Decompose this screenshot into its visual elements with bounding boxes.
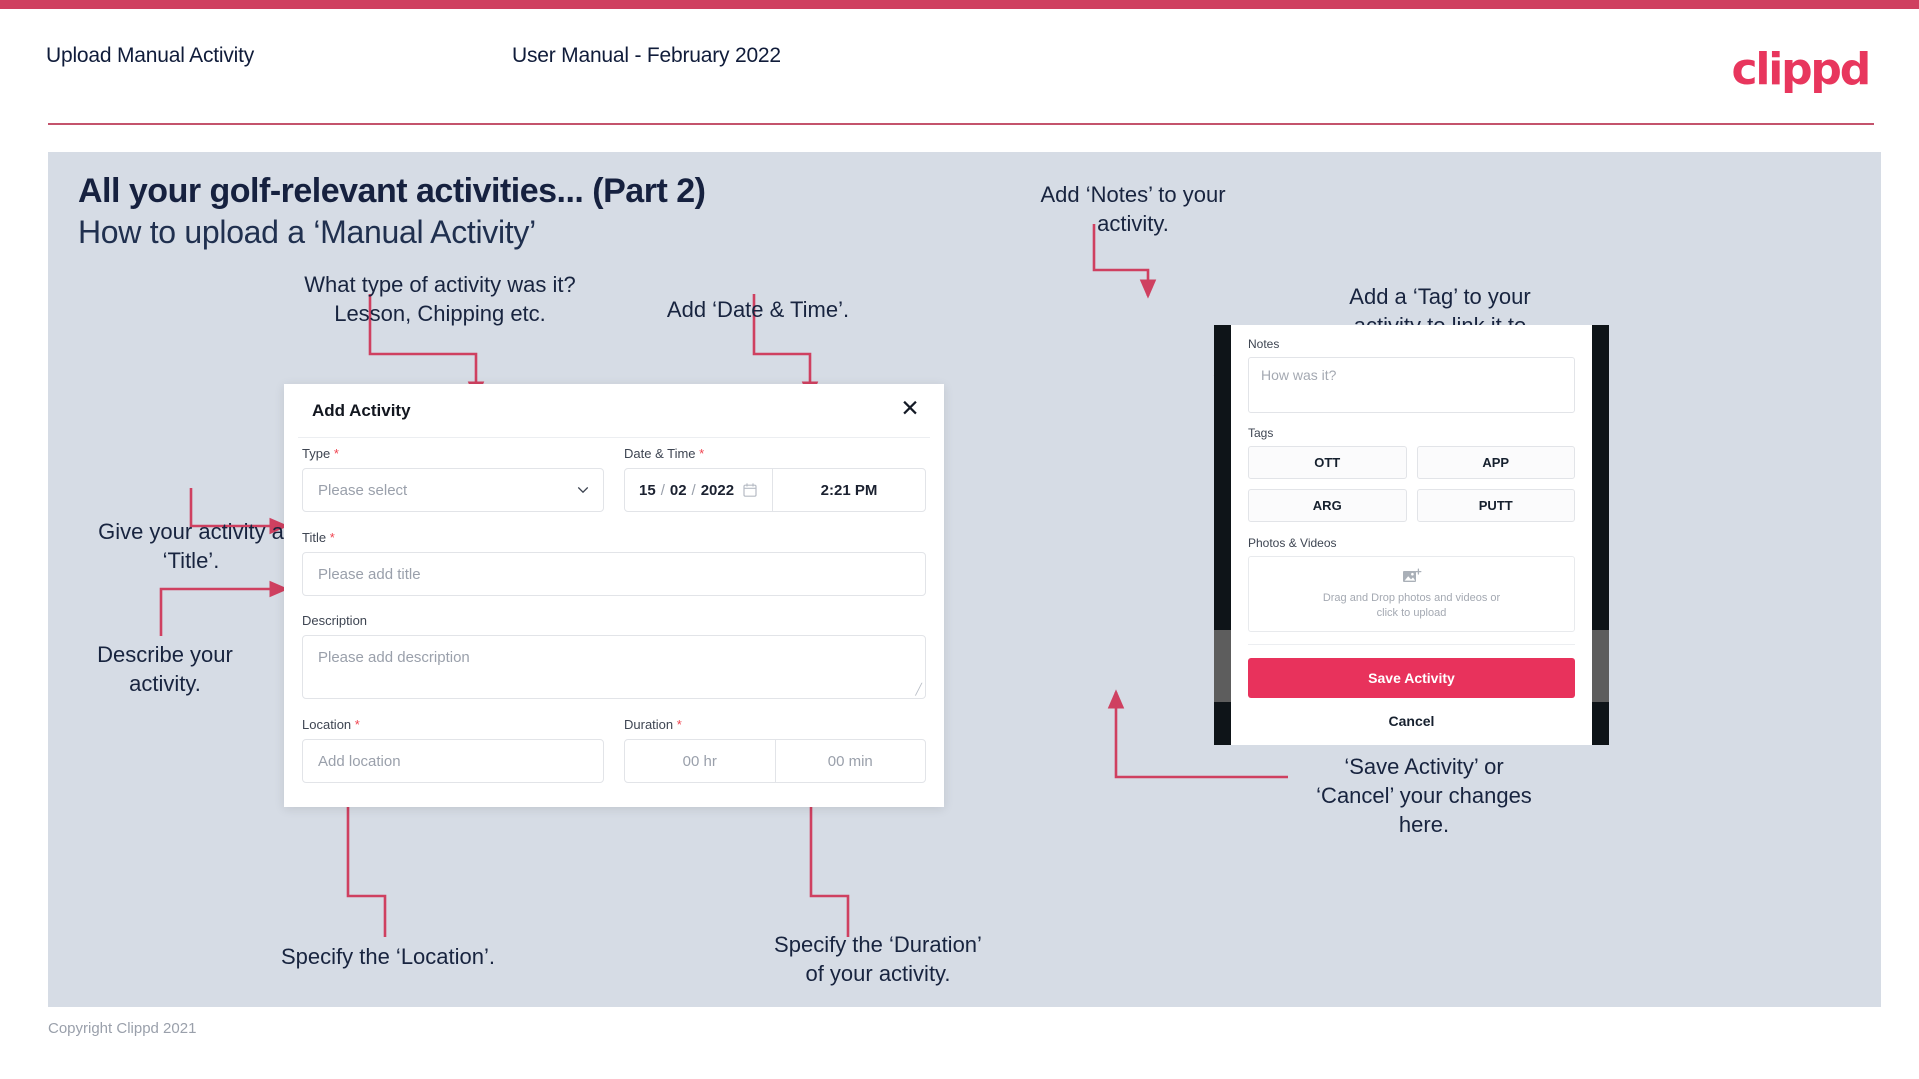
notes-textarea[interactable]: How was it? (1248, 357, 1575, 413)
date-sep-1: / (660, 481, 665, 499)
description-field-group: Description Please add description ╱ (284, 613, 944, 699)
dialog-form: Type * Please select Date & Time * 15 / … (284, 446, 944, 783)
datetime-label-text: Date & Time (624, 446, 696, 461)
annotation-duration: Specify the ‘Duration’ of your activity. (774, 932, 982, 986)
clippd-logo: clippd (1731, 44, 1871, 95)
date-year: 2022 (700, 481, 735, 499)
required-marker: * (699, 446, 705, 461)
chevron-down-icon (577, 487, 589, 494)
location-input[interactable]: Add location (302, 739, 604, 783)
tags-label: Tags (1248, 426, 1274, 440)
tag-button-arg[interactable]: ARG (1248, 489, 1407, 522)
page-title: Upload Manual Activity (46, 44, 255, 67)
type-select[interactable]: Please select (302, 468, 604, 512)
form-row-type-datetime: Type * Please select Date & Time * 15 / … (284, 446, 944, 512)
required-marker: * (354, 717, 360, 732)
save-activity-button[interactable]: Save Activity (1248, 658, 1575, 698)
required-marker: * (329, 530, 335, 545)
datetime-field-group: Date & Time * 15 / 02 / 2022 2:21 PM (624, 446, 926, 512)
location-label: Location * (302, 717, 604, 732)
annotation-type: What type of activity was it? Lesson, Ch… (304, 272, 576, 326)
cancel-button[interactable]: Cancel (1248, 713, 1575, 729)
phone-side-button-left (1214, 630, 1231, 702)
duration-hours-input[interactable]: 00 hr (625, 740, 775, 782)
description-textarea[interactable]: Please add description ╱ (302, 635, 926, 699)
tag-button-ott[interactable]: OTT (1248, 446, 1407, 479)
date-sep-2: / (691, 481, 696, 499)
duration-minutes-input[interactable]: 00 min (774, 740, 926, 782)
calendar-icon[interactable] (742, 482, 758, 498)
header-divider (48, 123, 1874, 125)
resize-handle-icon[interactable]: ╱ (915, 685, 922, 696)
copyright-footer: Copyright Clippd 2021 (48, 1020, 197, 1037)
photo-dropzone[interactable]: Drag and Drop photos and videos or click… (1248, 556, 1575, 632)
phone-screen: Notes How was it? Tags OTT APP ARG PUTT … (1231, 325, 1592, 745)
add-activity-dialog: Add Activity ✕ Type * Please select Date… (284, 384, 944, 807)
title-input[interactable]: Please add title (302, 552, 926, 596)
dialog-header: Add Activity ✕ (284, 384, 944, 437)
slide-heading: All your golf-relevant activities... (Pa… (78, 172, 706, 210)
required-marker: * (676, 717, 682, 732)
annotation-description: Describe your activity. (97, 642, 233, 696)
date-month: 02 (669, 481, 687, 499)
slide-body: All your golf-relevant activities... (Pa… (48, 152, 1881, 1007)
phone-side-button-right (1592, 630, 1609, 702)
tags-grid: OTT APP ARG PUTT (1248, 446, 1575, 522)
slide-page: Upload Manual Activity User Manual - Feb… (0, 0, 1919, 1079)
document-subtitle: User Manual - February 2022 (512, 44, 781, 67)
dialog-header-divider (298, 437, 930, 438)
phone-divider (1248, 644, 1575, 645)
date-day: 15 (639, 481, 656, 499)
dialog-title: Add Activity (312, 401, 411, 420)
form-row-location-duration: Location * Add location Duration * 00 hr… (284, 717, 944, 783)
type-placeholder: Please select (318, 481, 408, 499)
location-field-group: Location * Add location (302, 717, 604, 783)
title-placeholder: Please add title (318, 565, 421, 583)
top-accent-bar (0, 0, 1919, 9)
duration-input-wrapper: 00 hr 00 min (624, 739, 926, 783)
duration-label-text: Duration (624, 717, 674, 732)
datetime-label: Date & Time * (624, 446, 926, 461)
close-icon[interactable]: ✕ (896, 395, 924, 423)
date-input[interactable]: 15 / 02 / 2022 (625, 469, 773, 511)
required-marker: * (333, 446, 339, 461)
annotation-notes: Add ‘Notes’ to your activity. (1040, 182, 1226, 236)
dropzone-text: Drag and Drop photos and videos or click… (1322, 591, 1501, 619)
annotation-datetime: Add ‘Date & Time’. (666, 297, 850, 322)
tag-button-putt[interactable]: PUTT (1416, 489, 1575, 522)
photos-videos-label: Photos & Videos (1248, 536, 1337, 550)
annotation-location: Specify the ‘Location’. (280, 944, 496, 969)
annotation-save-cancel: ‘Save Activity’ or ‘Cancel’ your changes… (1316, 754, 1532, 837)
time-input[interactable]: 2:21 PM (773, 469, 925, 511)
duration-field-group: Duration * 00 hr 00 min (624, 717, 926, 783)
type-label-text: Type (302, 446, 331, 461)
notes-placeholder: How was it? (1261, 367, 1337, 383)
type-field-group: Type * Please select (302, 446, 604, 512)
description-placeholder: Please add description (318, 649, 470, 666)
title-label-text: Title (302, 530, 327, 545)
title-field-group: Title * Please add title (284, 530, 944, 596)
phone-mockup: Notes How was it? Tags OTT APP ARG PUTT … (1214, 325, 1609, 745)
location-label-text: Location (302, 717, 352, 732)
location-placeholder: Add location (318, 752, 401, 770)
notes-label: Notes (1248, 337, 1280, 351)
title-label: Title * (302, 530, 926, 545)
duration-label: Duration * (624, 717, 926, 732)
datetime-input-wrapper: 15 / 02 / 2022 2:21 PM (624, 468, 926, 512)
tag-button-app[interactable]: APP (1416, 446, 1575, 479)
type-label: Type * (302, 446, 604, 461)
add-image-icon (1402, 568, 1421, 582)
description-label: Description (302, 613, 368, 628)
slide-subheading: How to upload a ‘Manual Activity’ (78, 214, 536, 250)
